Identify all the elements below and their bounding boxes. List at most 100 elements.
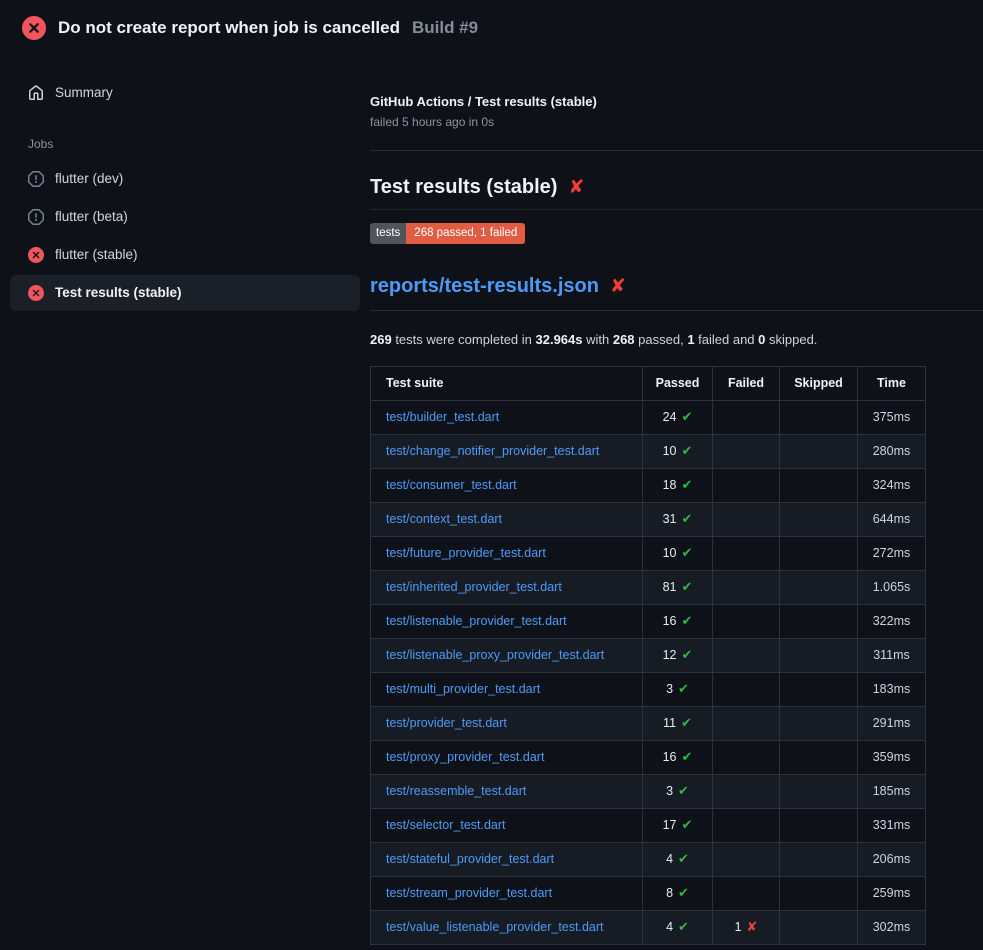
sidebar-job-item[interactable]: flutter (stable) (10, 237, 360, 273)
summary-segment: with (583, 332, 613, 347)
skipped-cell (780, 604, 858, 638)
time-cell: 280ms (858, 434, 926, 468)
passed-count: 31 (663, 512, 677, 526)
tests-badge-value: 268 passed, 1 failed (406, 223, 525, 244)
suite-link[interactable]: test/change_notifier_provider_test.dart (386, 444, 599, 458)
summary-segment: skipped. (765, 332, 817, 347)
table-row: test/provider_test.dart11✔291ms (371, 706, 926, 740)
column-header: Passed (643, 366, 713, 400)
failed-cell (713, 876, 780, 910)
skipped-cell (780, 502, 858, 536)
table-row: test/multi_provider_test.dart3✔183ms (371, 672, 926, 706)
time-cell: 375ms (858, 400, 926, 434)
table-row: test/value_listenable_provider_test.dart… (371, 910, 926, 944)
suite-link[interactable]: test/stream_provider_test.dart (386, 886, 552, 900)
passed-cell: 11✔ (643, 706, 713, 740)
sidebar-item-summary[interactable]: Summary (10, 75, 360, 111)
summary-segment: 32.964s (536, 332, 583, 347)
skipped-cell (780, 468, 858, 502)
suite-cell: test/proxy_provider_test.dart (371, 740, 643, 774)
check-icon: ✔ (682, 749, 693, 764)
table-header-row: Test suitePassedFailedSkippedTime (371, 366, 926, 400)
suite-link[interactable]: test/reassemble_test.dart (386, 784, 526, 798)
suite-link[interactable]: test/multi_provider_test.dart (386, 682, 540, 696)
column-header: Failed (713, 366, 780, 400)
cancelled-status-icon (28, 171, 44, 187)
suite-link[interactable]: test/inherited_provider_test.dart (386, 580, 562, 594)
time-cell: 259ms (858, 876, 926, 910)
failed-cell (713, 638, 780, 672)
suite-link[interactable]: test/selector_test.dart (386, 818, 506, 832)
sidebar-job-item[interactable]: Test results (stable) (10, 275, 360, 311)
time-cell: 302ms (858, 910, 926, 944)
check-icon: ✔ (682, 511, 693, 526)
failed-cell (713, 706, 780, 740)
jobs-section-label: Jobs (28, 137, 360, 151)
suite-link[interactable]: test/stateful_provider_test.dart (386, 852, 554, 866)
time-cell: 272ms (858, 536, 926, 570)
suite-link[interactable]: test/provider_test.dart (386, 716, 507, 730)
check-icon: ✔ (681, 715, 692, 730)
skipped-cell (780, 774, 858, 808)
check-icon: ✔ (678, 885, 689, 900)
passed-cell: 16✔ (643, 740, 713, 774)
time-cell: 1.065s (858, 570, 926, 604)
failed-cell: 1✘ (713, 910, 780, 944)
passed-count: 10 (663, 546, 677, 560)
time-cell: 206ms (858, 842, 926, 876)
jobs-sidebar: Summary Jobs flutter (dev)flutter (beta)… (0, 56, 370, 313)
summary-label: Summary (55, 85, 113, 101)
sidebar-job-item[interactable]: flutter (dev) (10, 161, 360, 197)
passed-count: 10 (663, 444, 677, 458)
report-file-link[interactable]: reports/test-results.json (370, 275, 599, 298)
suite-link[interactable]: test/consumer_test.dart (386, 478, 517, 492)
column-header: Test suite (371, 366, 643, 400)
table-row: test/inherited_provider_test.dart 81 ✔ 1.06… (371, 570, 926, 604)
passed-cell: 81 ✔ (643, 570, 713, 604)
passed-cell: 4✔ (643, 842, 713, 876)
check-section-title-text: Test results (stable) (370, 176, 557, 199)
suite-link[interactable]: test/listenable_proxy_provider_test.dart (386, 648, 604, 662)
tests-badge: tests 268 passed, 1 failed (370, 223, 525, 244)
table-row: test/reassemble_test.dart 3 ✔ 185ms (371, 774, 926, 808)
cancelled-status-icon (28, 209, 44, 225)
passed-cell: 17✔ (643, 808, 713, 842)
skipped-cell (780, 434, 858, 468)
skipped-cell (780, 672, 858, 706)
suite-cell: test/consumer_test.dart (371, 468, 643, 502)
time-cell: 324ms (858, 468, 926, 502)
header-divider (370, 150, 983, 151)
passed-cell: 10✔ (643, 434, 713, 468)
failed-cell (713, 774, 780, 808)
passed-cell: 18✔ (643, 468, 713, 502)
check-icon: ✔ (678, 919, 689, 934)
suite-link[interactable]: test/proxy_provider_test.dart (386, 750, 544, 764)
check-icon: ✔ (682, 647, 693, 662)
breadcrumb: GitHub Actions / Test results (stable) (370, 94, 983, 109)
failed-cell (713, 400, 780, 434)
suite-link[interactable]: test/future_provider_test.dart (386, 546, 546, 560)
skipped-cell (780, 706, 858, 740)
sidebar-job-item[interactable]: flutter (beta) (10, 199, 360, 235)
passed-count: 17 (663, 818, 677, 832)
passed-count: 3 (666, 784, 673, 798)
failed-x-icon: ✘ (610, 277, 626, 296)
passed-count: 81 (663, 580, 677, 594)
suite-link[interactable]: test/builder_test.dart (386, 410, 499, 424)
passed-cell: 16✔ (643, 604, 713, 638)
failed-status-icon (22, 16, 46, 40)
passed-count: 3 (666, 682, 673, 696)
check-icon: ✔ (682, 579, 693, 594)
suite-cell: test/change_notifier_provider_test.dart (371, 434, 643, 468)
time-cell: 359ms (858, 740, 926, 774)
suite-cell: test/selector_test.dart (371, 808, 643, 842)
summary-segment: 269 (370, 332, 392, 347)
failed-cell (713, 502, 780, 536)
column-header: Time (858, 366, 926, 400)
suite-link[interactable]: test/value_listenable_provider_test.dart (386, 920, 604, 934)
time-cell: 185ms (858, 774, 926, 808)
suite-link[interactable]: test/context_test.dart (386, 512, 502, 526)
check-icon: ✔ (678, 681, 689, 696)
suite-link[interactable]: test/listenable_provider_test.dart (386, 614, 567, 628)
check-icon: ✔ (678, 783, 689, 798)
